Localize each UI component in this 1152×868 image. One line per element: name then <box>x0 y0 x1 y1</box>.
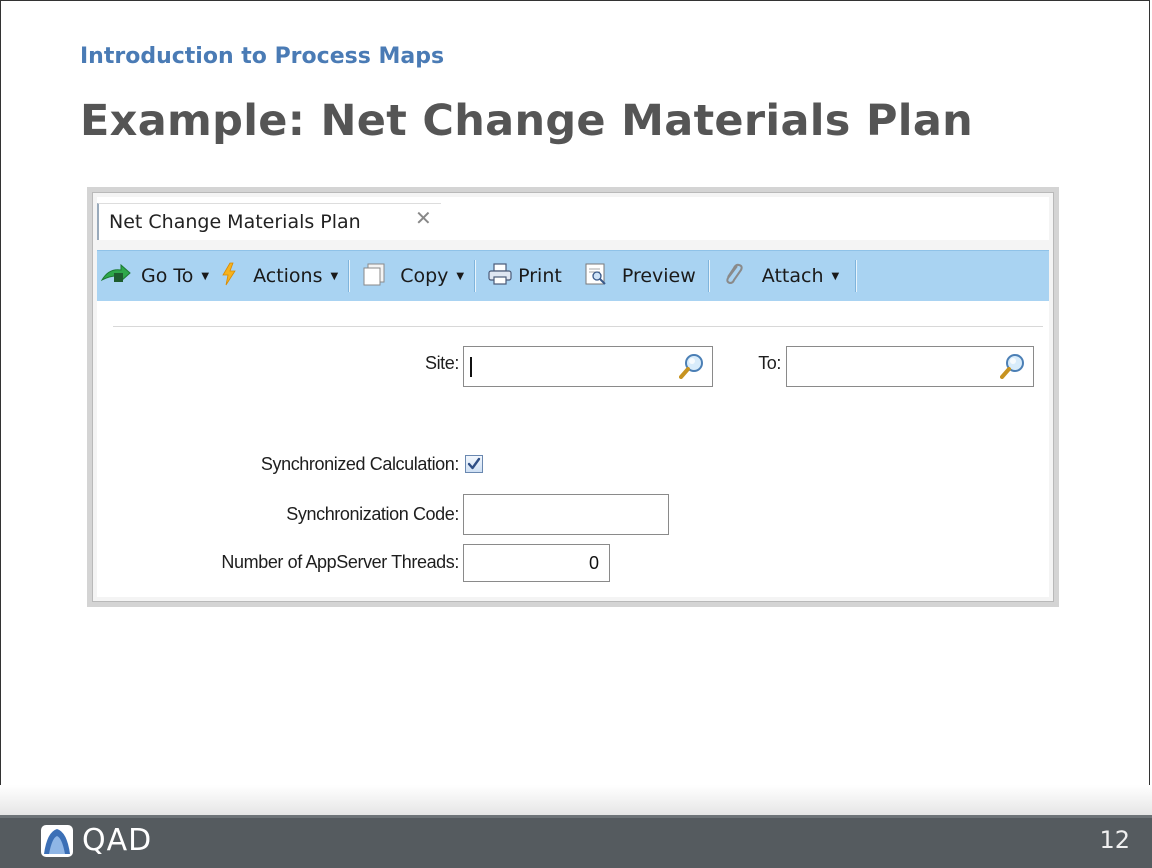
to-input[interactable] <box>786 346 1034 387</box>
site-input[interactable] <box>463 346 713 387</box>
copy-button[interactable]: Copy ▼ <box>362 251 464 301</box>
checkmark-icon <box>467 457 481 470</box>
attach-label: Attach <box>761 265 824 287</box>
sync-code-input[interactable] <box>463 494 669 535</box>
app-window: Net Change Materials Plan ✕ Go To ▼ Acti… <box>92 192 1054 602</box>
slide-title: Example: Net Change Materials Plan <box>80 96 974 146</box>
preview-button[interactable]: Preview <box>584 251 696 301</box>
sync-calc-checkbox[interactable] <box>465 455 483 473</box>
copy-label: Copy <box>400 265 449 287</box>
toolbar-separator <box>707 260 710 292</box>
logo-text: QAD <box>82 823 153 858</box>
toolbar-separator <box>855 260 858 292</box>
to-magnifier-icon[interactable] <box>1000 353 1026 384</box>
tab-net-change-materials-plan[interactable]: Net Change Materials Plan <box>97 203 441 240</box>
sync-code-label: Synchronization Code: <box>286 504 459 524</box>
preview-label: Preview <box>621 265 696 287</box>
toolbar-separator <box>474 260 477 292</box>
threads-input[interactable]: 0 <box>463 544 610 582</box>
green-arrow-icon <box>100 263 131 289</box>
preview-icon <box>584 262 608 291</box>
printer-icon <box>488 262 512 290</box>
print-button[interactable]: Print <box>488 251 562 301</box>
toolbar: Go To ▼ Actions ▼ Copy ▼ Print Preview A… <box>97 250 1049 302</box>
attach-chevron-down-icon: ▼ <box>831 270 840 282</box>
actions-label: Actions <box>253 265 323 287</box>
goto-button[interactable]: Go To ▼ <box>100 251 210 301</box>
copy-chevron-down-icon: ▼ <box>456 270 465 282</box>
print-label: Print <box>518 265 562 287</box>
actions-chevron-down-icon: ▼ <box>330 270 339 282</box>
slide-footer <box>0 815 1152 868</box>
form-area: Site: To: Synchronized Calculation: Sync… <box>97 301 1049 597</box>
site-label: Site: <box>424 353 459 373</box>
site-magnifier-icon[interactable] <box>679 353 705 384</box>
goto-label: Go To <box>141 265 194 287</box>
lightning-icon <box>221 262 237 291</box>
threads-value: 0 <box>588 552 599 573</box>
sync-calc-label: Synchronized Calculation: <box>260 454 460 474</box>
threads-label: Number of AppServer Threads: <box>221 552 459 572</box>
page-number: 12 <box>1099 826 1130 854</box>
copy-icon <box>362 262 386 291</box>
divider <box>113 326 1043 327</box>
tab-strip: Net Change Materials Plan ✕ <box>97 197 1049 240</box>
tab-label: Net Change Materials Plan <box>109 211 361 233</box>
slide-subtitle: Introduction to Process Maps <box>80 44 445 69</box>
attach-button[interactable]: Attach ▼ <box>722 251 839 301</box>
goto-chevron-down-icon: ▼ <box>201 270 210 282</box>
to-label: To: <box>758 353 781 373</box>
toolbar-separator <box>348 260 351 292</box>
tab-close-icon[interactable]: ✕ <box>415 206 432 230</box>
paperclip-icon <box>722 262 744 291</box>
footer-fade <box>0 785 1152 815</box>
actions-button[interactable]: Actions ▼ <box>221 251 338 301</box>
qad-logo-icon <box>40 824 74 863</box>
text-cursor <box>470 356 472 377</box>
